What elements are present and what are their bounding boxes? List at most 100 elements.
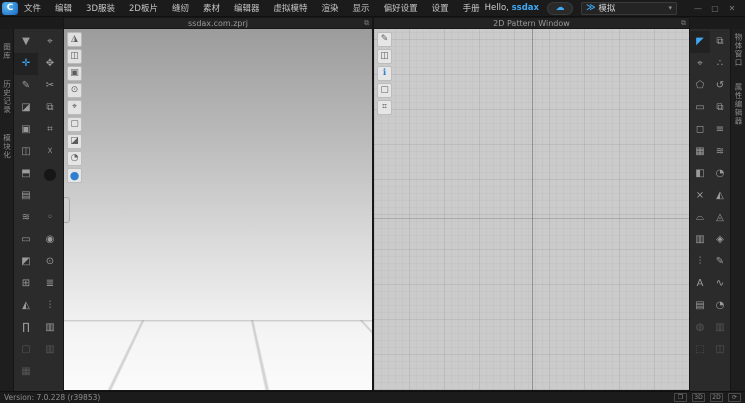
toggle-2d-window-button[interactable]: 2D (710, 393, 723, 402)
tab-property-editor[interactable]: 属性编辑器 (732, 83, 744, 126)
swap-cloth-tool[interactable]: ⬒ (14, 163, 38, 185)
menu-item-4[interactable]: 缝纫 (172, 2, 189, 14)
cloud-sync-button[interactable]: ☁ (547, 2, 573, 15)
pen-tool-2d[interactable]: ✎ (377, 32, 392, 47)
menu-item-6[interactable]: 编辑器 (234, 2, 260, 14)
menu-item-12[interactable]: 手册 (463, 2, 480, 14)
sew-garment-tool[interactable]: ◪ (14, 97, 38, 119)
dim-tool-1[interactable]: ▢ (14, 339, 38, 361)
expand-2d-icon[interactable]: ⧉ (681, 19, 686, 28)
measure-wave-tool[interactable]: ∿ (710, 273, 730, 295)
show-avatar-button[interactable]: ⌖ (67, 100, 82, 115)
menu-item-9[interactable]: 显示 (353, 2, 370, 14)
show-plane-button[interactable]: ▢ (67, 117, 82, 132)
show-garment-button[interactable]: ◫ (67, 49, 82, 64)
machine-tool[interactable]: ▦ (14, 361, 38, 383)
drape-button[interactable]: ◪ (67, 134, 82, 149)
toggle-3d-window-button[interactable]: 3D (692, 393, 705, 402)
menu-item-2[interactable]: 3D服装 (86, 2, 115, 14)
viewport-2d[interactable]: ✎ ◫ ℹ ▢ ⌗ (373, 29, 690, 391)
unfold-pattern-tool[interactable]: ⧉ (710, 31, 730, 53)
circle-tool[interactable]: ◻ (690, 119, 710, 141)
grid-2d-button[interactable]: ⌗ (377, 100, 392, 115)
expand-3d-icon[interactable]: ⧉ (364, 19, 369, 28)
zipper-tool[interactable]: ≣ (38, 273, 62, 295)
menu-item-0[interactable]: 文件 (24, 2, 41, 14)
transform-avatar-tool[interactable]: ✥ (38, 53, 62, 75)
polygon-tool[interactable]: ⬠ (690, 75, 710, 97)
text-tool[interactable]: A (690, 273, 710, 295)
symmetry-tool[interactable]: ◈ (710, 229, 730, 251)
fold-cloth-tool[interactable]: ◫ (14, 141, 38, 163)
viewport-2d-titlebar[interactable]: 2D Pattern Window ⧉ (373, 17, 690, 29)
close-button[interactable]: ✕ (727, 4, 737, 13)
viewport-3d-titlebar[interactable]: ssdax.com.zprj ⧉ (63, 17, 373, 29)
app-logo-icon[interactable]: C (2, 2, 18, 15)
dart-tool[interactable]: ◧ (690, 163, 710, 185)
select-move-tool[interactable]: ✛ (14, 53, 38, 75)
snapshot-tool[interactable]: ⊞ (14, 273, 38, 295)
tape-tool[interactable]: ▭ (14, 229, 38, 251)
fabric-roll-tool[interactable]: ▥ (38, 317, 62, 339)
menu-item-5[interactable]: 素材 (203, 2, 220, 14)
align-tool[interactable]: ≡ (710, 119, 730, 141)
stroke-tool[interactable]: ⌗ (38, 119, 62, 141)
dim-tool-b[interactable]: ◫ (710, 339, 730, 361)
fold-arrange-tool[interactable]: ◭ (710, 185, 730, 207)
menu-item-10[interactable]: 偏好设置 (384, 2, 418, 14)
minimize-button[interactable]: — (693, 4, 703, 13)
menu-item-11[interactable]: 设置 (432, 2, 449, 14)
rectangle-tool[interactable]: ▭ (690, 97, 710, 119)
tab-library[interactable]: 图库 (1, 43, 13, 60)
move-points-tool[interactable]: ∴ (710, 53, 730, 75)
pants-tool[interactable]: ∏ (14, 317, 38, 339)
fabric-roll-2-tool[interactable]: ▥ (38, 339, 62, 361)
remove-tool[interactable]: ☓ (38, 141, 62, 163)
shirt-template-tool[interactable]: ◔ (710, 163, 730, 185)
print-layout-tool[interactable]: ◍ (690, 317, 710, 339)
globe-button[interactable]: ● (67, 168, 82, 183)
info-2d-button[interactable]: ℹ (377, 66, 392, 81)
pin-view-button[interactable]: ⊙ (67, 83, 82, 98)
viewport-3d[interactable]: ◮◫▣⊙⌖▢◪◔● (63, 29, 373, 391)
username-link[interactable]: ssdax (512, 3, 539, 13)
tab-history[interactable]: 历史记录 (1, 80, 13, 114)
head-template-tool[interactable]: ◔ (710, 295, 730, 317)
simulate-tool[interactable]: ▼ (14, 31, 38, 53)
scene-avatar-button[interactable]: ◮ (67, 32, 82, 47)
panel-collapse-handle[interactable] (64, 197, 70, 223)
grading-tool[interactable]: ▥ (690, 229, 710, 251)
reset-layout-button[interactable]: ⟳ (728, 393, 741, 402)
edit-point-tool[interactable]: ⌖ (690, 53, 710, 75)
show-garment-2d-button[interactable]: ◫ (377, 49, 392, 64)
small-marker-tool[interactable]: ◦ (38, 207, 62, 229)
texture-tool[interactable]: ▤ (690, 295, 710, 317)
fabric-cut-tool[interactable]: ⧉ (38, 97, 62, 119)
paper-2d-button[interactable]: ▢ (377, 83, 392, 98)
split-view-button[interactable]: ❐ (674, 393, 687, 402)
flatten-tool[interactable]: ◬ (710, 207, 730, 229)
zipper-strip-tool[interactable]: ⫶ (38, 295, 62, 317)
internal-polygon-tool[interactable]: ▦ (690, 141, 710, 163)
arrange-garment-tool[interactable]: ▣ (14, 119, 38, 141)
tab-modular[interactable]: 模块化 (1, 134, 13, 160)
annotate-pen-tool[interactable]: ✎ (710, 251, 730, 273)
elastic-tool[interactable]: ≋ (710, 141, 730, 163)
menu-item-7[interactable]: 虚拟模特 (274, 2, 308, 14)
seam-tool[interactable]: ≋ (14, 207, 38, 229)
jacket-tool[interactable]: ◭ (14, 295, 38, 317)
roll-tool[interactable]: ▥ (710, 317, 730, 339)
sewing-machine-tool[interactable]: ▤ (14, 185, 38, 207)
curve-tool[interactable]: ⌓ (690, 207, 710, 229)
maximize-button[interactable]: ▢ (710, 4, 720, 13)
button-tool[interactable]: ◉ (38, 229, 62, 251)
pin-tool[interactable]: ⊙ (38, 251, 62, 273)
select-avatar-tool[interactable]: ⌖ (38, 31, 62, 53)
add-garment-tool[interactable]: ◩ (14, 251, 38, 273)
copy-pattern-tool[interactable]: ⧉ (710, 97, 730, 119)
scissors-tool[interactable]: ✂ (38, 75, 62, 97)
show-head-button[interactable]: ◔ (67, 151, 82, 166)
rotate-pattern-tool[interactable]: ↺ (710, 75, 730, 97)
edit-pattern-tool[interactable]: ✎ (14, 75, 38, 97)
simulation-mode-dropdown[interactable]: ≫ 模拟 ▾ (581, 2, 677, 15)
